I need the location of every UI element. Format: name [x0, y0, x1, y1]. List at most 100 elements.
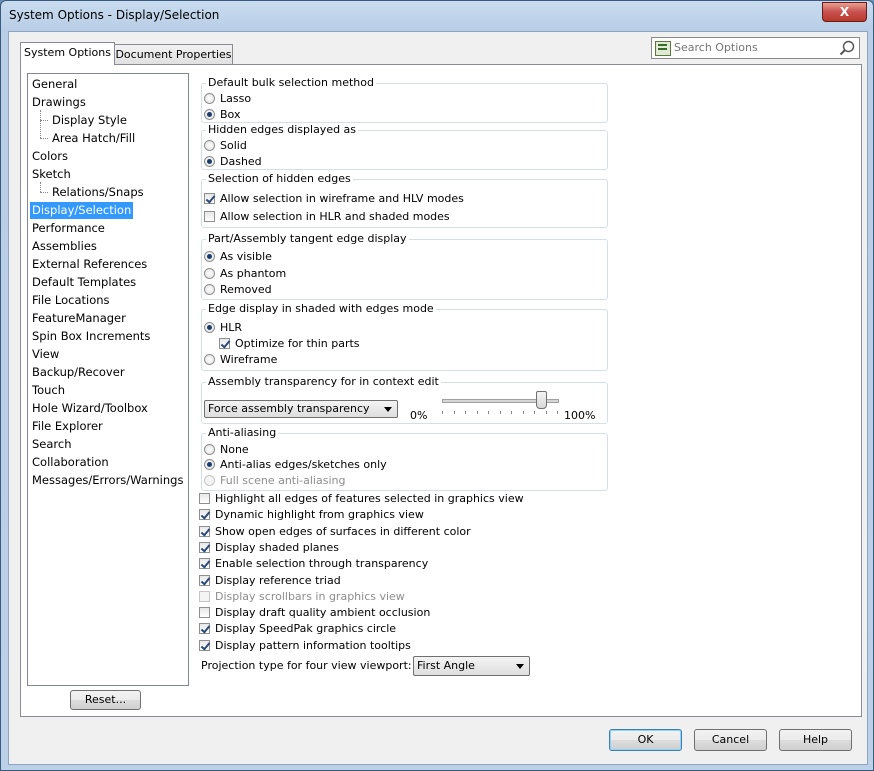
dropdown-value: First Angle — [417, 659, 475, 672]
slider-tick — [534, 411, 535, 414]
tree-item-featuremanager[interactable]: FeatureManager — [30, 310, 128, 327]
group-hidden-edges: Hidden edges displayed as Solid Dashed — [201, 123, 608, 170]
option-label: Display reference triad — [215, 573, 341, 587]
tree-item-drawings[interactable]: Drawings — [30, 94, 88, 111]
option-label: As phantom — [220, 267, 287, 280]
group-title: Part/Assembly tangent edge display — [206, 232, 409, 245]
option-label: Display shaded planes — [215, 540, 339, 554]
tree-item-file-explorer[interactable]: File Explorer — [30, 418, 105, 435]
slider-tick — [488, 411, 489, 414]
search-options-box[interactable] — [651, 37, 860, 59]
group-title: Selection of hidden edges — [206, 172, 353, 185]
tree-item-general[interactable]: General — [30, 76, 79, 93]
option-label: None — [220, 443, 249, 456]
slider-min-label: 0% — [410, 409, 428, 422]
option-label: Allow selection in HLR and shaded modes — [220, 210, 450, 223]
title-bar[interactable]: System Options - Display/Selection X — [1, 1, 873, 31]
group-bulk-selection: Default bulk selection method Lasso Box — [201, 76, 608, 123]
radio-mark — [204, 322, 215, 333]
checkbox-mark — [199, 639, 210, 651]
transparency-slider-thumb[interactable] — [535, 391, 547, 409]
tree-item-assemblies[interactable]: Assemblies — [30, 238, 99, 255]
group-title: Edge display in shaded with edges mode — [206, 302, 436, 315]
tree-item-search[interactable]: Search — [30, 436, 74, 453]
tab-label: System Options — [24, 46, 111, 59]
tree-item-hole-wizard-toolbox[interactable]: Hole Wizard/Toolbox — [30, 400, 150, 417]
slider-tick — [442, 411, 443, 414]
checkbox-mark — [199, 493, 210, 504]
option-label: Lasso — [220, 92, 252, 105]
checkbox-mark — [199, 541, 210, 553]
checkbox-mark — [199, 525, 210, 537]
option-label: Full scene anti-aliasing — [220, 474, 346, 487]
tree-item-area-hatch-fill[interactable]: Area Hatch/Fill — [50, 130, 137, 147]
radio-mark — [204, 459, 215, 470]
option-label: Solid — [220, 139, 247, 152]
option-label: Display pattern information tooltips — [215, 638, 411, 652]
slider-tick — [545, 411, 547, 414]
tree-item-colors[interactable]: Colors — [30, 148, 70, 165]
group-shaded-edges-mode: Edge display in shaded with edges mode H… — [201, 302, 608, 371]
radio-mark — [204, 475, 215, 486]
tab-system-options[interactable]: System Options — [20, 42, 115, 65]
transparency-mode-dropdown[interactable]: Force assembly transparency — [204, 400, 398, 418]
slider-tick — [465, 411, 466, 414]
option-label: Highlight all edges of features selected… — [215, 492, 524, 505]
close-button[interactable]: X — [822, 2, 867, 22]
projection-type-dropdown[interactable]: First Angle — [413, 656, 530, 676]
radio-mark — [204, 354, 215, 365]
radio-mark — [204, 93, 215, 104]
tree-item-view[interactable]: View — [30, 346, 61, 363]
tree-item-display-selection[interactable]: Display/Selection — [30, 202, 134, 219]
tree-connector — [40, 192, 48, 193]
tree-item-spin-box-increments[interactable]: Spin Box Increments — [30, 328, 152, 345]
checkbox-mark — [199, 590, 210, 602]
tab-document-properties[interactable]: Document Properties — [114, 44, 233, 65]
option-label: Dynamic highlight from graphics view — [215, 508, 424, 522]
group-tangent-edge-display: Part/Assembly tangent edge display As vi… — [201, 232, 608, 300]
system-options-dialog: System Options - Display/Selection X Sys… — [0, 0, 874, 771]
projection-label: Projection type for four view viewport: — [201, 659, 412, 672]
options-tree[interactable]: General Drawings Display Style Area Hatch/F… — [27, 73, 189, 686]
search-input[interactable] — [674, 39, 834, 55]
radio-mark — [204, 268, 215, 279]
tree-item-backup-recover[interactable]: Backup/Recover — [30, 364, 127, 381]
radio-mark — [204, 140, 215, 151]
options-tree-icon — [655, 41, 671, 56]
tab-label: Document Properties — [115, 48, 232, 61]
magnifier-icon[interactable] — [839, 40, 855, 56]
tree-item-collaboration[interactable]: Collaboration — [30, 454, 111, 471]
tree-item-messages-errors-warnings[interactable]: Messages/Errors/Warnings — [30, 472, 185, 489]
tree-item-performance[interactable]: Performance — [30, 220, 107, 237]
slider-max-label: 100% — [564, 409, 596, 422]
tree-connector — [40, 110, 41, 138]
tree-item-relations-snaps[interactable]: Relations/Snaps — [50, 184, 146, 201]
slider-tick — [511, 411, 512, 414]
help-button[interactable]: Help — [779, 729, 852, 751]
checkbox-mark — [199, 558, 210, 570]
option-label: Allow selection in wireframe and HLV mod… — [220, 192, 464, 205]
tree-item-touch[interactable]: Touch — [30, 382, 67, 399]
option-label: Display scrollbars in graphics view — [215, 589, 405, 603]
option-label: Wireframe — [220, 353, 278, 366]
dropdown-value: Force assembly transparency — [208, 402, 370, 415]
tree-item-sketch[interactable]: Sketch — [30, 166, 73, 183]
checkbox-mark — [204, 193, 215, 204]
radio-mark — [204, 284, 215, 295]
reset-button[interactable]: Reset... — [70, 690, 141, 710]
tree-item-default-templates[interactable]: Default Templates — [30, 274, 138, 291]
ok-button[interactable]: OK — [609, 729, 682, 751]
slider-tick — [476, 411, 478, 414]
group-hidden-edge-selection: Selection of hidden edges Allow selectio… — [201, 172, 608, 228]
tree-item-external-references[interactable]: External References — [30, 256, 149, 273]
group-title: Hidden edges displayed as — [206, 123, 359, 136]
checkbox-mark — [204, 211, 215, 222]
cancel-button[interactable]: Cancel — [694, 729, 767, 751]
group-title: Assembly transparency for in context edi… — [206, 375, 441, 388]
tree-item-display-style[interactable]: Display Style — [50, 112, 129, 129]
radio-mark — [204, 156, 215, 167]
tree-connector — [40, 138, 48, 139]
option-label: Box — [220, 108, 241, 121]
tree-item-file-locations[interactable]: File Locations — [30, 292, 112, 309]
slider-tick — [499, 411, 501, 414]
